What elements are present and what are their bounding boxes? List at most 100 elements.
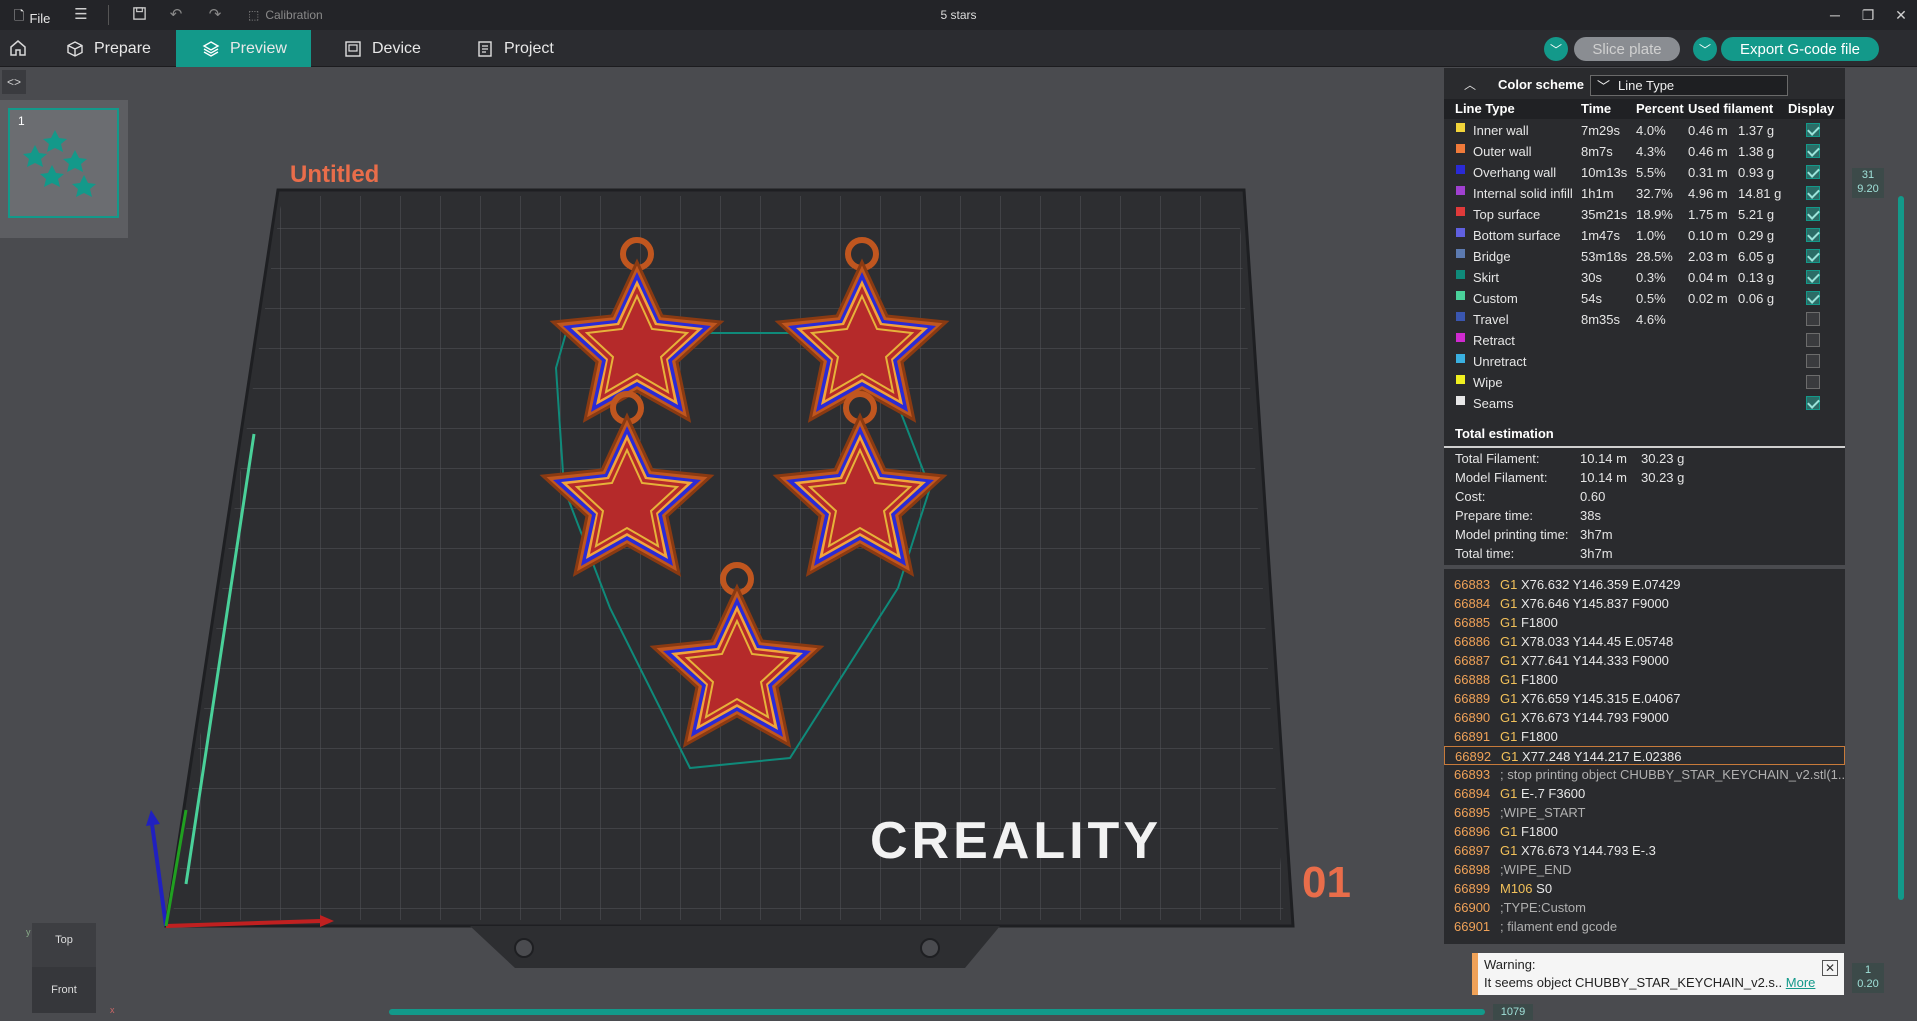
gcode-line[interactable]: 66890 G1 X76.673 Y144.793 F9000	[1444, 708, 1845, 727]
divider	[1444, 446, 1845, 448]
chevron-down-icon[interactable]: ﹀	[1544, 37, 1568, 61]
display-checkbox[interactable]	[1806, 333, 1820, 347]
export-gcode-button[interactable]: ﹀ Export G-code file	[1693, 37, 1879, 61]
gcode-args: X76.646 Y145.837 F9000	[1517, 596, 1669, 611]
line-type-weight: 0.29 g	[1738, 228, 1775, 243]
gcode-line[interactable]: 66891 G1 F1800	[1444, 727, 1845, 746]
gcode-line[interactable]: 66883 G1 X76.632 Y146.359 E.07429	[1444, 575, 1845, 594]
gcode-line[interactable]: 66897 G1 X76.673 Y144.793 E-.3	[1444, 841, 1845, 860]
gcode-line[interactable]: 66895 ;WIPE_START	[1444, 803, 1845, 822]
gcode-command: ;WIPE_END	[1500, 862, 1572, 877]
calibration-menu[interactable]: ⬚ Calibration	[248, 8, 323, 22]
gcode-line[interactable]: 66894 G1 E-.7 F3600	[1444, 784, 1845, 803]
gcode-line[interactable]: 66900 ;TYPE:Custom	[1444, 898, 1845, 917]
gcode-opcode: M106	[1500, 881, 1533, 896]
gcode-line-number: 66887	[1454, 653, 1491, 668]
file-menu[interactable]: 🗋 File	[14, 7, 50, 29]
gcode-line[interactable]: 66893 ; stop printing object CHUBBY_STAR_…	[1444, 765, 1845, 784]
gcode-command: G1 X77.248 Y144.217 E.02386	[1501, 749, 1681, 764]
display-checkbox[interactable]	[1806, 312, 1820, 326]
slice-plate-label: Slice plate	[1574, 37, 1680, 61]
right-panel: ︿ Color scheme ﹀ Line Type Line Type Tim…	[1444, 68, 1845, 1021]
save-icon[interactable]	[130, 6, 148, 24]
total-value: 10.14 m	[1580, 470, 1627, 485]
line-type-weight: 1.38 g	[1738, 144, 1775, 159]
gcode-opcode: G1	[1500, 786, 1518, 801]
gcode-line-number: 66889	[1454, 691, 1491, 706]
minimize-icon[interactable]: ─	[1823, 5, 1847, 25]
layer-slider[interactable]: 31 9.20 1 0.20	[1852, 168, 1904, 993]
restore-icon[interactable]: ❐	[1856, 5, 1880, 25]
close-icon[interactable]: ✕	[1889, 5, 1913, 25]
close-icon[interactable]: ✕	[1822, 960, 1838, 976]
gcode-line-number: 66892	[1455, 749, 1492, 764]
header-time: Time	[1581, 101, 1612, 116]
slice-plate-button[interactable]: ﹀ Slice plate	[1544, 37, 1680, 61]
move-slider[interactable]: 1079	[389, 1004, 1533, 1020]
display-checkbox[interactable]	[1806, 186, 1820, 200]
layer-slider-track[interactable]	[1898, 196, 1904, 900]
tab-project[interactable]: Project	[462, 30, 582, 67]
line-type-name: Inner wall	[1473, 123, 1529, 138]
display-checkbox[interactable]	[1806, 123, 1820, 137]
gcode-line[interactable]: 66892 G1 X77.248 Y144.217 E.02386	[1444, 746, 1845, 765]
plate-thumbnail[interactable]: 1	[8, 108, 119, 218]
display-checkbox[interactable]	[1806, 354, 1820, 368]
gcode-line[interactable]: 66888 G1 F1800	[1444, 670, 1845, 689]
header-line-type: Line Type	[1455, 101, 1515, 116]
display-checkbox[interactable]	[1806, 270, 1820, 284]
tab-preview[interactable]: Preview	[176, 30, 311, 67]
display-checkbox[interactable]	[1806, 396, 1820, 410]
line-type-name: Seams	[1473, 396, 1514, 411]
gcode-opcode: G1	[1500, 634, 1518, 649]
gcode-line[interactable]: 66884 G1 X76.646 Y145.837 F9000	[1444, 594, 1845, 613]
move-slider-track[interactable]	[389, 1009, 1485, 1015]
sidebar-toggle-icon[interactable]: <>	[2, 70, 26, 94]
line-type-length: 0.04 m	[1688, 270, 1728, 285]
display-checkbox[interactable]	[1806, 375, 1820, 389]
display-checkbox[interactable]	[1806, 249, 1820, 263]
calibration-icon: ⬚	[248, 8, 260, 22]
undo-icon[interactable]: ↶	[167, 6, 185, 24]
chevron-down-icon[interactable]: ﹀	[1693, 37, 1717, 61]
color-swatch	[1456, 249, 1465, 258]
collapse-up-icon[interactable]: ︿	[1464, 76, 1476, 93]
layer-slider-top-label[interactable]: 31 9.20	[1852, 168, 1884, 198]
line-type-percent: 18.9%	[1636, 207, 1673, 222]
device-icon	[345, 40, 361, 57]
display-checkbox[interactable]	[1806, 291, 1820, 305]
3d-viewport[interactable]: Untitled CREALITY 01 <> 1 ︿ Color scheme	[0, 68, 1917, 1021]
display-checkbox[interactable]	[1806, 144, 1820, 158]
menu-list-icon[interactable]: ☰	[72, 6, 90, 24]
gcode-viewer[interactable]: 66883 G1 X76.632 Y146.359 E.07429 66884 G1 …	[1444, 569, 1845, 944]
line-type-name: Custom	[1473, 291, 1518, 306]
warning-more-link[interactable]: More	[1786, 975, 1816, 990]
gcode-args: F1800	[1517, 729, 1558, 744]
gcode-line[interactable]: 66886 G1 X78.033 Y144.45 E.05748	[1444, 632, 1845, 651]
gcode-line[interactable]: 66898 ;WIPE_END	[1444, 860, 1845, 879]
tab-prepare[interactable]: Prepare	[52, 30, 176, 67]
gcode-line[interactable]: 66896 G1 F1800	[1444, 822, 1845, 841]
redo-icon[interactable]: ↷	[206, 6, 224, 24]
gcode-line[interactable]: 66901 ; filament end gcode	[1444, 917, 1845, 936]
line-type-time: 1h1m	[1581, 186, 1614, 201]
home-icon[interactable]	[8, 38, 30, 60]
color-scheme-select[interactable]: ﹀ Line Type	[1590, 75, 1788, 96]
display-checkbox[interactable]	[1806, 228, 1820, 242]
view-cube-front[interactable]: Front	[32, 967, 96, 1013]
gcode-line-number: 66888	[1454, 672, 1491, 687]
gcode-args: ; stop printing object CHUBBY_STAR_KEYCH…	[1500, 767, 1845, 782]
line-type-time: 30s	[1581, 270, 1602, 285]
display-checkbox[interactable]	[1806, 207, 1820, 221]
gcode-line[interactable]: 66899 M106 S0	[1444, 879, 1845, 898]
gcode-line[interactable]: 66887 G1 X77.641 Y144.333 F9000	[1444, 651, 1845, 670]
gcode-line[interactable]: 66889 G1 X76.659 Y145.315 E.04067	[1444, 689, 1845, 708]
display-checkbox[interactable]	[1806, 165, 1820, 179]
view-cube-top[interactable]: Top	[32, 923, 96, 967]
layer-slider-bottom-label[interactable]: 1 0.20	[1852, 963, 1884, 993]
divider	[108, 5, 109, 25]
tab-device[interactable]: Device	[330, 30, 440, 67]
gcode-line-number: 66896	[1454, 824, 1491, 839]
gcode-line[interactable]: 66885 G1 F1800	[1444, 613, 1845, 632]
view-cube[interactable]: Top Front x y	[26, 923, 115, 1015]
